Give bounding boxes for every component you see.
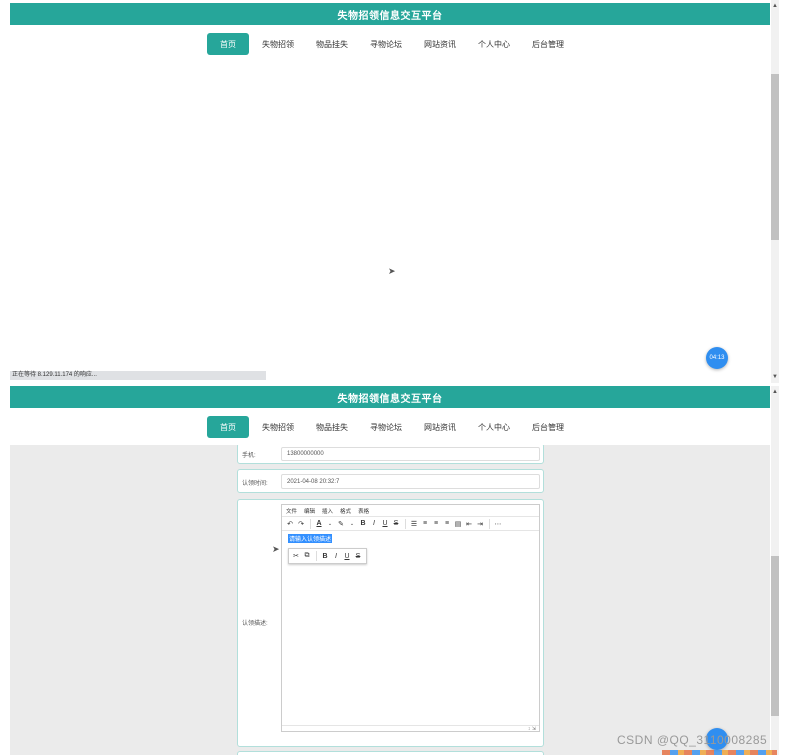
page-scrollbar[interactable]: ▲ ▼ [771,0,779,383]
phone-label: 手机: [242,453,256,459]
nav-item-forum[interactable]: 寻物论坛 [361,416,411,438]
phone-row: 手机: 13800000000 [237,443,544,464]
nav-item-home[interactable]: 首页 [207,416,249,438]
nav-item-report-loss[interactable]: 物品挂失 [307,33,357,55]
nav-item-lost-found[interactable]: 失物招领 [253,416,303,438]
main-nav: 首页 失物招领 物品挂失 寻物论坛 网站资讯 个人中心 后台管理 [10,409,770,445]
menu-insert[interactable]: 插入 [322,507,333,515]
undo-icon[interactable]: ↶ [285,518,295,529]
menu-format[interactable]: 格式 [340,507,351,515]
underline-icon[interactable]: U [342,551,352,562]
mouse-cursor-icon: ➤ [388,266,396,276]
bold-icon[interactable]: B [320,551,330,562]
claim-time-field[interactable]: 2021-04-08 20:32:7 [281,474,540,489]
loading-status: 正在等待 8.129.11.174 的响应... [10,371,266,380]
csdn-watermark: CSDN @QQ_3110008285 [617,733,768,747]
align-center-icon[interactable]: ≡ [431,518,441,529]
cut-icon[interactable]: ✂ [291,551,301,562]
strikethrough-icon[interactable]: S [391,518,401,529]
nav-item-profile[interactable]: 个人中心 [469,416,519,438]
justify-icon[interactable]: ▤ [453,518,463,529]
site-title: 失物招领信息交互平台 [10,3,770,25]
inline-format-toolbar: ✂ ⧉ B I U S [288,548,367,564]
align-left-icon[interactable]: ≡ [420,518,430,529]
underline-icon[interactable]: U [380,518,390,529]
nav-item-profile[interactable]: 个人中心 [469,33,519,55]
rich-text-editor: 文件 编辑 插入 格式 表格 ↶ ↷ A ⌄ ✎ ⌄ B I U S ☰ ≡ ≡… [281,504,540,732]
page-scrollbar[interactable]: ▲ [771,386,779,755]
editor-resize-indicator[interactable]: ↕ ⇲ [282,725,539,732]
main-nav: 首页 失物招领 物品挂失 寻物论坛 网站资讯 个人中心 后台管理 [10,26,770,62]
logo-strip [662,750,777,755]
nav-item-news[interactable]: 网站资讯 [415,33,465,55]
font-color-icon[interactable]: A [314,518,324,529]
editor-menubar: 文件 编辑 插入 格式 表格 [282,505,539,516]
more-icon[interactable]: ⋯ [493,518,503,529]
list-icon[interactable]: ☰ [409,518,419,529]
timer-float-button[interactable]: 04:13 [706,347,728,369]
italic-icon[interactable]: I [369,518,379,529]
panel-top: 失物招领信息交互平台 首页 失物招领 物品挂失 寻物论坛 网站资讯 个人中心 后… [0,0,785,383]
description-placeholder: 请输入认领描述 [288,534,333,543]
description-label: 认领描述: [242,621,268,627]
nav-item-admin[interactable]: 后台管理 [523,33,573,55]
mouse-cursor-icon: ➤ [272,544,280,554]
scroll-up-icon[interactable]: ▲ [771,388,779,396]
site-title: 失物招领信息交互平台 [10,386,770,408]
indent-icon[interactable]: ⇥ [475,518,485,529]
nav-item-lost-found[interactable]: 失物招领 [253,33,303,55]
scrollbar-thumb[interactable] [771,74,779,240]
next-form-row [237,751,544,755]
align-right-icon[interactable]: ≡ [442,518,452,529]
nav-item-home[interactable]: 首页 [207,33,249,55]
bold-icon[interactable]: B [358,518,368,529]
panel-bottom: 手机: 13800000000 认领时间: 2021-04-08 20:32:7… [0,386,785,755]
redo-icon[interactable]: ↷ [296,518,306,529]
outdent-icon[interactable]: ⇤ [464,518,474,529]
phone-field[interactable]: 13800000000 [281,447,540,461]
menu-edit[interactable]: 编辑 [304,507,315,515]
editor-toolbar: ↶ ↷ A ⌄ ✎ ⌄ B I U S ☰ ≡ ≡ ≡ ▤ ⇤ ⇥ ⋯ [282,516,539,531]
italic-icon[interactable]: I [331,551,341,562]
menu-file[interactable]: 文件 [286,507,297,515]
nav-item-admin[interactable]: 后台管理 [523,416,573,438]
nav-item-forum[interactable]: 寻物论坛 [361,33,411,55]
scroll-down-icon[interactable]: ▼ [771,373,779,381]
nav-item-news[interactable]: 网站资讯 [415,416,465,438]
scroll-up-icon[interactable]: ▲ [771,2,779,10]
claim-time-label: 认领时间: [242,481,268,487]
description-row: 认领描述: 文件 编辑 插入 格式 表格 ↶ ↷ A ⌄ ✎ ⌄ B I U S [237,499,544,747]
strikethrough-icon[interactable]: S [353,551,363,562]
menu-table[interactable]: 表格 [358,507,369,515]
chevron-down-icon[interactable]: ⌄ [347,518,357,529]
copy-icon[interactable]: ⧉ [302,551,312,562]
claim-time-row: 认领时间: 2021-04-08 20:32:7 [237,469,544,493]
scrollbar-thumb[interactable] [771,556,779,716]
highlight-icon[interactable]: ✎ [336,518,346,529]
editor-content[interactable]: 请输入认领描述 ✂ ⧉ B I U S [282,531,539,725]
chevron-down-icon[interactable]: ⌄ [325,518,335,529]
nav-item-report-loss[interactable]: 物品挂失 [307,416,357,438]
